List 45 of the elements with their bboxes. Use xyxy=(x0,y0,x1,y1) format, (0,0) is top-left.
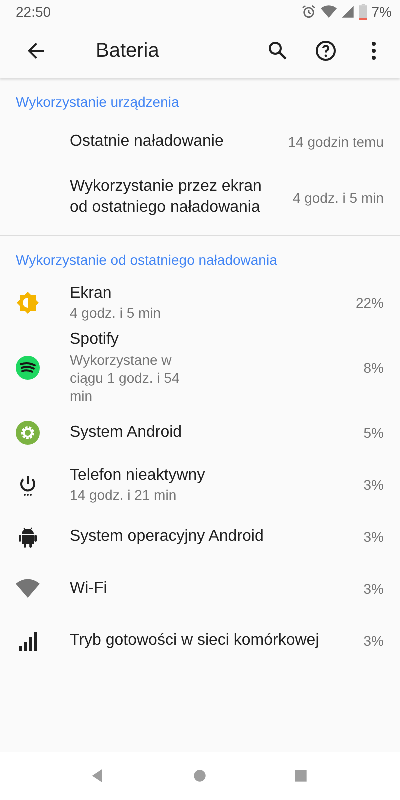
list-item[interactable]: Tryb gotowości w sieci komórkowej 3% xyxy=(0,615,400,667)
item-value: 3% xyxy=(362,476,384,494)
signal-icon xyxy=(16,629,40,653)
android-icon xyxy=(16,525,40,549)
list-item[interactable]: Telefon nieaktywny 14 godz. i 21 min 3% xyxy=(0,459,400,511)
item-title: Tryb gotowości w sieci komórkowej xyxy=(70,630,320,651)
list-item[interactable]: Ostatnie naładowanie 14 godzin temu xyxy=(0,119,400,165)
list-item[interactable]: System Android 5% xyxy=(0,407,400,459)
item-value: 5% xyxy=(362,424,384,442)
screen-title: Bateria xyxy=(96,39,160,64)
section-header: Wykorzystanie urządzenia xyxy=(15,93,180,112)
music-app-icon xyxy=(16,356,40,380)
item-title: System Android xyxy=(70,422,184,443)
item-title: System operacyjny Android xyxy=(70,526,265,547)
signal-icon xyxy=(340,5,355,19)
item-value: 8% xyxy=(362,358,384,378)
help-icon[interactable] xyxy=(314,39,338,63)
item-title: Ekran xyxy=(70,284,113,304)
item-subtitle: Wykorzystane w ciągu 1 godz. i 54 min xyxy=(70,351,181,406)
section-header: Wykorzystanie od ostatniego naładowania xyxy=(15,251,278,270)
list-item[interactable]: System operacyjny Android 3% xyxy=(0,511,400,563)
battery-text: 7% xyxy=(372,2,392,22)
list-item[interactable]: Wi-Fi 3% xyxy=(0,563,400,615)
clock-text: 22:50 xyxy=(16,2,52,22)
wifi-icon xyxy=(320,4,337,20)
item-value: 3% xyxy=(362,632,384,650)
item-title: Spotify xyxy=(70,330,120,350)
item-value: 3% xyxy=(362,580,384,598)
gear-app-icon xyxy=(16,421,40,445)
brightness-icon xyxy=(16,291,40,315)
list-item[interactable]: Spotify Wykorzystane w ciągu 1 godz. i 54 min 8% xyxy=(0,329,400,407)
item-title: Wi-Fi xyxy=(70,578,108,599)
item-value: 22% xyxy=(354,294,384,312)
item-title: Ostatnie naładowanie xyxy=(70,132,225,152)
alarm-icon xyxy=(300,4,317,20)
list-item[interactable]: Ekran 4 godz. i 5 min 22% xyxy=(0,277,400,329)
item-subtitle: 4 godz. i 5 min xyxy=(70,304,162,322)
list-item[interactable]: Wykorzystanie przez ekran od ostatniego naładowania 4 godz. i 5 min xyxy=(0,165,400,231)
battery-icon xyxy=(358,4,368,20)
item-value: 4 godz. i 5 min xyxy=(292,188,384,208)
item-value: 14 godzin temu xyxy=(287,132,384,152)
item-title: Wykorzystanie przez ekran od ostatniego naładowania xyxy=(70,177,263,218)
item-title: Telefon nieaktywny xyxy=(70,466,206,486)
item-subtitle: 14 godz. i 21 min xyxy=(70,486,178,504)
item-value: 3% xyxy=(362,528,384,546)
